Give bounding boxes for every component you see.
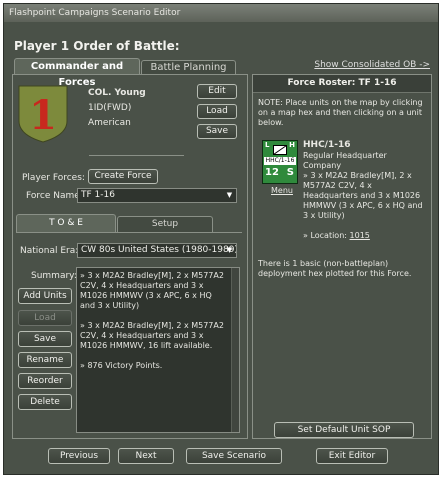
force-name-select[interactable]: TF 1-16 ▼ bbox=[77, 188, 237, 203]
rename-button[interactable]: Rename bbox=[18, 352, 72, 368]
counter-size: S bbox=[286, 167, 294, 178]
unit-counter[interactable]: L H HHC/1-16 12 S bbox=[262, 140, 298, 184]
force-roster-title: Force Roster: TF 1-16 bbox=[253, 75, 431, 93]
previous-button[interactable]: Previous bbox=[48, 448, 110, 464]
exit-editor-button[interactable]: Exit Editor bbox=[316, 448, 388, 464]
summary-scrollbar[interactable] bbox=[231, 268, 239, 432]
force-name-label: Force Name: bbox=[26, 191, 83, 201]
summary-label: Summary: bbox=[31, 271, 77, 281]
unit-location-link[interactable]: 1015 bbox=[350, 231, 370, 240]
commander-name: COL. Young bbox=[88, 88, 146, 98]
unit-name: HHC/1-16 bbox=[303, 140, 351, 150]
player-forces-label: Player Forces: bbox=[22, 173, 85, 183]
commander-unit: 1ID(FWD) bbox=[88, 103, 132, 113]
force-name-value: TF 1-16 bbox=[81, 190, 115, 200]
show-consolidated-ob-link[interactable]: Show Consolidated OB -> bbox=[314, 60, 430, 70]
divider bbox=[89, 155, 184, 156]
tab-setup[interactable]: Setup bbox=[117, 216, 213, 232]
division-insignia-icon: 1 bbox=[18, 85, 68, 143]
delete-button[interactable]: Delete bbox=[18, 394, 72, 410]
tab-toe[interactable]: T O & E bbox=[16, 214, 116, 232]
set-default-unit-sop-button[interactable]: Set Default Unit SOP bbox=[274, 422, 414, 438]
national-era-value: CW 80s United States (1980-1989) bbox=[81, 245, 237, 255]
load-commander-button[interactable]: Load bbox=[197, 104, 237, 119]
counter-top-left: L bbox=[265, 141, 270, 149]
save-units-button[interactable]: Save bbox=[18, 331, 72, 347]
unit-location: » Location: 1015 bbox=[303, 231, 427, 241]
page-title: Player 1 Order of Battle: bbox=[14, 39, 180, 53]
counter-strength: 12 bbox=[265, 167, 279, 178]
deployment-note: There is 1 basic (non-battleplan) deploy… bbox=[258, 259, 412, 278]
save-scenario-button[interactable]: Save Scenario bbox=[186, 448, 282, 464]
window-title: Flashpoint Campaigns Scenario Editor bbox=[4, 4, 438, 22]
add-units-button[interactable]: Add Units bbox=[18, 288, 72, 304]
commander-nationality: American bbox=[88, 118, 131, 128]
editor-window: Flashpoint Campaigns Scenario Editor Pla… bbox=[3, 3, 439, 475]
edit-commander-button[interactable]: Edit bbox=[197, 84, 237, 99]
unit-menu-link[interactable]: Menu bbox=[271, 186, 293, 196]
headquarters-symbol-icon bbox=[273, 145, 287, 155]
load-units-button[interactable]: Load bbox=[18, 310, 72, 326]
unit-composition: » 3 x M2A2 Bradley[M], 2 x M577A2 C2V, 4… bbox=[303, 171, 423, 220]
tab-commander-and-forces[interactable]: Commander and Forces bbox=[14, 58, 140, 88]
summary-textbox[interactable]: » 3 x M2A2 Bradley[M], 2 x M577A2 C2V, 4… bbox=[76, 267, 240, 433]
national-era-label: National Era: bbox=[20, 246, 79, 256]
counter-top-right: H bbox=[289, 141, 295, 149]
force-roster-panel bbox=[252, 74, 432, 439]
counter-label: HHC/1-16 bbox=[264, 157, 296, 165]
next-button[interactable]: Next bbox=[118, 448, 174, 464]
insignia-numeral: 1 bbox=[29, 92, 57, 139]
save-commander-button[interactable]: Save bbox=[197, 124, 237, 139]
subtab-baseline bbox=[16, 232, 242, 233]
chevron-down-icon: ▼ bbox=[226, 246, 233, 254]
chevron-down-icon: ▼ bbox=[226, 191, 233, 199]
unit-location-label: » Location: bbox=[303, 231, 347, 240]
unit-type: Regular Headquarter Company bbox=[303, 151, 387, 170]
summary-paragraph: » 876 Victory Points. bbox=[80, 361, 163, 370]
reorder-button[interactable]: Reorder bbox=[18, 373, 72, 389]
summary-paragraph: » 3 x M2A2 Bradley[M], 2 x M577A2 C2V, 4… bbox=[80, 321, 224, 350]
create-force-button[interactable]: Create Force bbox=[88, 169, 158, 184]
roster-note: NOTE: Place units on the map by clicking… bbox=[258, 98, 423, 127]
summary-paragraph: » 3 x M2A2 Bradley[M], 2 x M577A2 C2V, 4… bbox=[80, 271, 224, 310]
tab-battle-planning[interactable]: Battle Planning bbox=[141, 60, 236, 75]
national-era-select[interactable]: CW 80s United States (1980-1989) ▼ bbox=[77, 243, 237, 258]
